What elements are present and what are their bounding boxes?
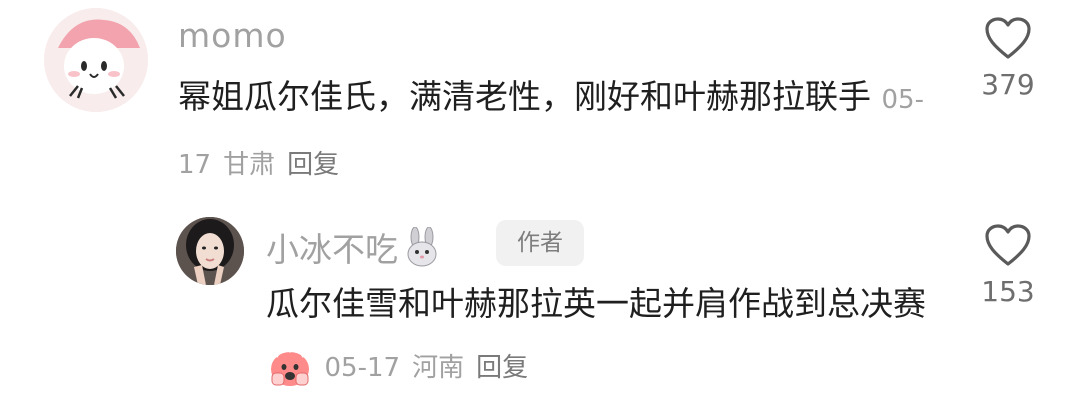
- heart-outline-icon: [985, 224, 1031, 266]
- reply-username-row: 小冰不吃: [266, 227, 442, 267]
- pink-cartoon-avatar-icon: [44, 8, 148, 112]
- reply-button[interactable]: 回复: [287, 150, 339, 180]
- like-button[interactable]: 379: [968, 16, 1048, 101]
- reply-location: 河南: [412, 353, 465, 383]
- reply-body: 瓜尔佳雪和叶赫那拉英一起并肩作战到总决赛 05-17 河南 回复: [266, 273, 946, 399]
- author-badge: 作者: [496, 220, 584, 266]
- reply-meta: 05-17 河南 回复: [325, 353, 541, 383]
- comment-text: 幂姐瓜尔佳氏，满清老性，刚好和叶赫那拉联手: [178, 77, 871, 116]
- reply-button[interactable]: 回复: [476, 353, 528, 383]
- comment-body: 幂姐瓜尔佳氏，满清老性，刚好和叶赫那拉联手 05-17 甘肃 回复: [178, 66, 938, 196]
- like-button[interactable]: 153: [968, 223, 1048, 308]
- red-fist-emoji-icon: [271, 347, 309, 386]
- heart-outline-icon: [985, 17, 1031, 59]
- comment-location: 甘肃: [223, 150, 276, 180]
- like-count: 379: [981, 68, 1035, 101]
- rabbit-emoji-icon: [407, 227, 437, 267]
- like-count: 153: [981, 275, 1035, 308]
- girl-photo-avatar-icon: [176, 217, 244, 285]
- reply-text: 瓜尔佳雪和叶赫那拉英一起并肩作战到总决赛: [266, 284, 926, 323]
- avatar[interactable]: [176, 217, 244, 285]
- comment-username[interactable]: momo: [178, 19, 287, 52]
- reply-username[interactable]: 小冰不吃: [266, 230, 398, 269]
- reply-date: 05-17: [324, 353, 401, 383]
- avatar[interactable]: [44, 8, 148, 112]
